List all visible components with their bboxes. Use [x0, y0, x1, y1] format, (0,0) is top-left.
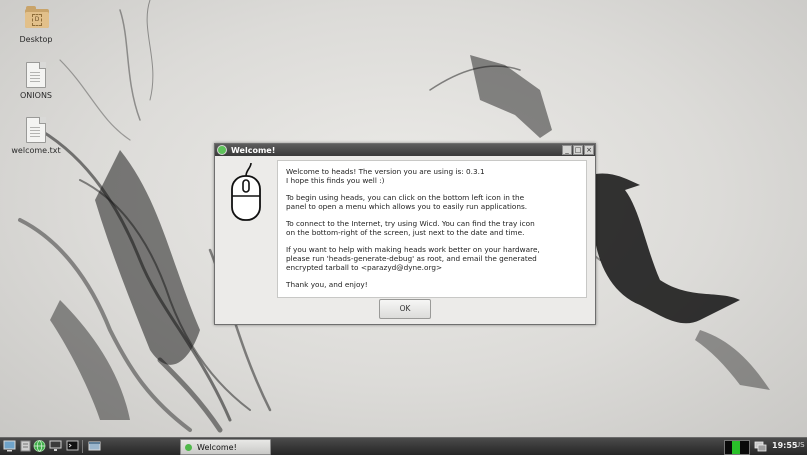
- text-file-icon: [25, 62, 47, 88]
- cpu-load-bar: [732, 441, 740, 454]
- dialog-body: Welcome to heads! The version you are us…: [215, 156, 595, 298]
- file-manager-icon[interactable]: [19, 440, 32, 452]
- cpu-load-graph: [724, 440, 750, 455]
- desktop-icon[interactable]: [49, 440, 62, 452]
- taskbar-separator: [82, 440, 83, 453]
- close-button[interactable]: ×: [584, 145, 594, 155]
- desktop-icon-label: welcome.txt: [11, 146, 61, 155]
- welcome-message: Welcome to heads! The version you are us…: [277, 160, 587, 298]
- welcome-dialog: Welcome! _ □ × Welcome to heads! The ver…: [214, 143, 596, 325]
- clock[interactable]: 19:55: [772, 441, 797, 450]
- message-paragraph: To begin using heads, you can click on t…: [286, 193, 528, 211]
- dialog-title: Welcome!: [231, 145, 276, 155]
- monitor-icon[interactable]: [3, 440, 16, 452]
- desktop-icon-label: Desktop: [19, 35, 53, 44]
- mouse-icon: [231, 162, 261, 221]
- network-icon[interactable]: [754, 440, 767, 452]
- ok-button[interactable]: OK: [379, 299, 431, 319]
- task-label: Welcome!: [197, 442, 237, 452]
- desktop-icon-label: ONIONS: [20, 91, 52, 100]
- taskbar: Welcome! 19:55 US: [0, 437, 807, 455]
- globe-icon[interactable]: [33, 440, 46, 452]
- message-paragraph: Welcome to heads! The version you are us…: [286, 167, 485, 185]
- task-welcome[interactable]: Welcome!: [180, 439, 271, 455]
- folder-icon: D: [25, 6, 49, 32]
- dialog-titlebar[interactable]: Welcome! _ □ ×: [215, 144, 595, 156]
- task-app-icon: [185, 443, 192, 451]
- message-paragraph: To connect to the Internet, try using Wi…: [286, 219, 535, 237]
- desktop-icon-onions[interactable]: ONIONS: [6, 62, 66, 100]
- text-file-icon: [25, 117, 47, 143]
- message-paragraph: Thank you, and enjoy!: [286, 280, 368, 289]
- desktop-icon-welcome-txt[interactable]: welcome.txt: [6, 117, 66, 155]
- desktop-icon-desktop[interactable]: D Desktop: [6, 6, 66, 44]
- terminal-icon[interactable]: [66, 440, 79, 452]
- minimize-button[interactable]: _: [562, 145, 572, 155]
- keyboard-layout[interactable]: US: [795, 441, 805, 449]
- maximize-button[interactable]: □: [573, 145, 583, 155]
- window-icon[interactable]: [88, 440, 101, 452]
- message-paragraph: If you want to help with making heads wo…: [286, 245, 540, 272]
- app-icon: [217, 145, 227, 155]
